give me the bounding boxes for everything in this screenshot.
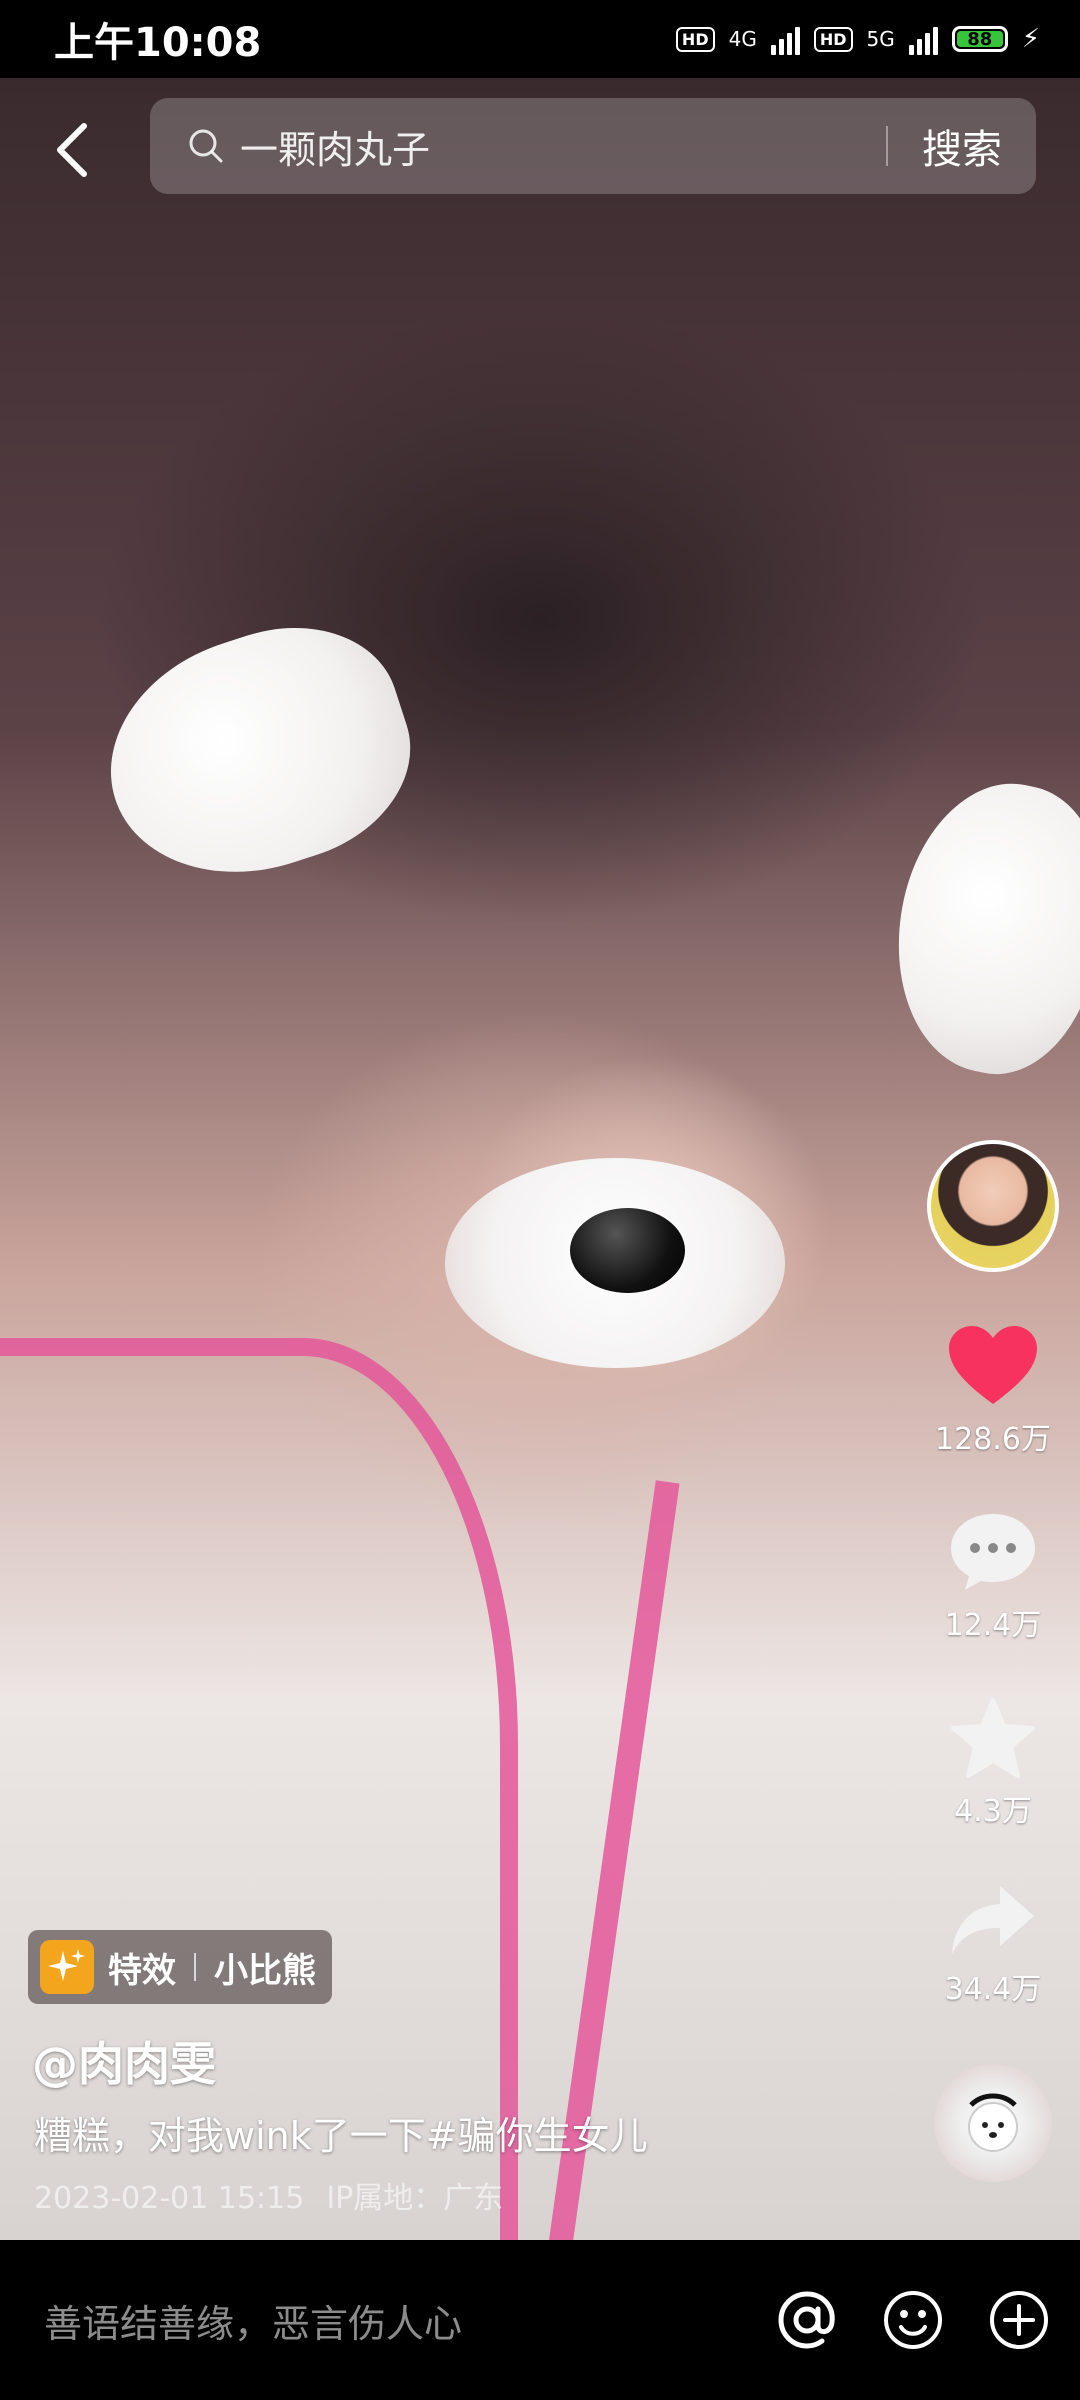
- post-location: IP属地：广东: [326, 2181, 504, 2216]
- search-divider: [886, 126, 888, 166]
- at-icon: [778, 2291, 835, 2349]
- action-column: 128.6万 12.4万 4.3万 34.4万: [927, 1140, 1059, 2182]
- signal-icon: [770, 23, 800, 55]
- hd-icon: HD: [813, 26, 853, 52]
- post-caption[interactable]: 糟糕，对我wink了一下#骗你生女儿: [34, 2105, 648, 2160]
- post-date: 2023-02-01 15:15: [34, 2181, 305, 2216]
- post-meta: 2023-02-01 15:15 IP属地：广东: [34, 2173, 503, 2217]
- dog-nose-filter: [570, 1208, 685, 1293]
- share-action[interactable]: 34.4万: [944, 1882, 1042, 2008]
- signal-icon: [908, 23, 938, 55]
- mention-button[interactable]: [774, 2287, 840, 2353]
- dog-ear-filter: [79, 597, 437, 909]
- favorite-count: 4.3万: [954, 1794, 1032, 1829]
- charging-icon: ⚡: [1021, 24, 1040, 54]
- network-type-5g: 5G: [866, 27, 895, 51]
- like-action[interactable]: 128.6万: [935, 1324, 1051, 1458]
- star-icon[interactable]: [949, 1696, 1037, 1780]
- dog-ear-filter: [872, 765, 1080, 1091]
- share-icon[interactable]: [948, 1882, 1038, 1958]
- hd-icon: HD: [675, 26, 715, 52]
- back-button[interactable]: [48, 118, 96, 182]
- network-type-4g: 4G: [728, 27, 757, 51]
- status-bar: 上午10:08 HD 4G HD 5G 88 ⚡: [0, 0, 1080, 78]
- effect-name: 小比熊: [214, 1950, 316, 1991]
- battery-icon: 88: [951, 26, 1008, 52]
- music-cover-icon: [968, 2093, 1018, 2152]
- search-button[interactable]: 搜索: [922, 117, 1002, 175]
- search-bar[interactable]: 一颗肉丸子 搜索: [150, 98, 1036, 194]
- comment-input[interactable]: 善语结善缘，恶言伤人心: [44, 2293, 734, 2348]
- author-name[interactable]: @肉肉雯: [32, 2028, 216, 2094]
- video-player[interactable]: [0, 78, 1080, 2240]
- effect-tag[interactable]: 特效 小比熊: [28, 1930, 332, 2004]
- sparkle-icon: [40, 1940, 94, 1994]
- comment-icon[interactable]: [947, 1510, 1039, 1594]
- music-disc[interactable]: [934, 2064, 1052, 2182]
- like-count: 128.6万: [935, 1422, 1051, 1457]
- video-screen: 上午10:08 HD 4G HD 5G 88 ⚡ 一颗肉丸子 搜索 128.6万…: [0, 0, 1080, 2400]
- emoji-button[interactable]: [880, 2287, 946, 2353]
- search-input[interactable]: 一颗肉丸子: [240, 119, 886, 174]
- comment-bar: 善语结善缘，恶言伤人心: [0, 2240, 1080, 2400]
- effect-separator: [194, 1953, 196, 1981]
- status-time: 上午10:08: [54, 20, 262, 66]
- share-count: 34.4万: [944, 1972, 1042, 2007]
- status-indicators: HD 4G HD 5G 88 ⚡: [675, 23, 1040, 55]
- chevron-left-icon: [57, 123, 87, 177]
- heart-icon[interactable]: [945, 1324, 1041, 1408]
- comment-count: 12.4万: [944, 1608, 1042, 1643]
- favorite-action[interactable]: 4.3万: [949, 1696, 1037, 1830]
- emoji-icon: [884, 2291, 942, 2349]
- comment-action[interactable]: 12.4万: [944, 1510, 1042, 1644]
- add-button[interactable]: [986, 2287, 1052, 2353]
- battery-level: 88: [956, 29, 1003, 50]
- search-icon: [189, 129, 223, 163]
- effect-label: 特效: [108, 1950, 176, 1991]
- plus-circle-icon: [990, 2291, 1048, 2349]
- author-avatar[interactable]: [927, 1140, 1059, 1272]
